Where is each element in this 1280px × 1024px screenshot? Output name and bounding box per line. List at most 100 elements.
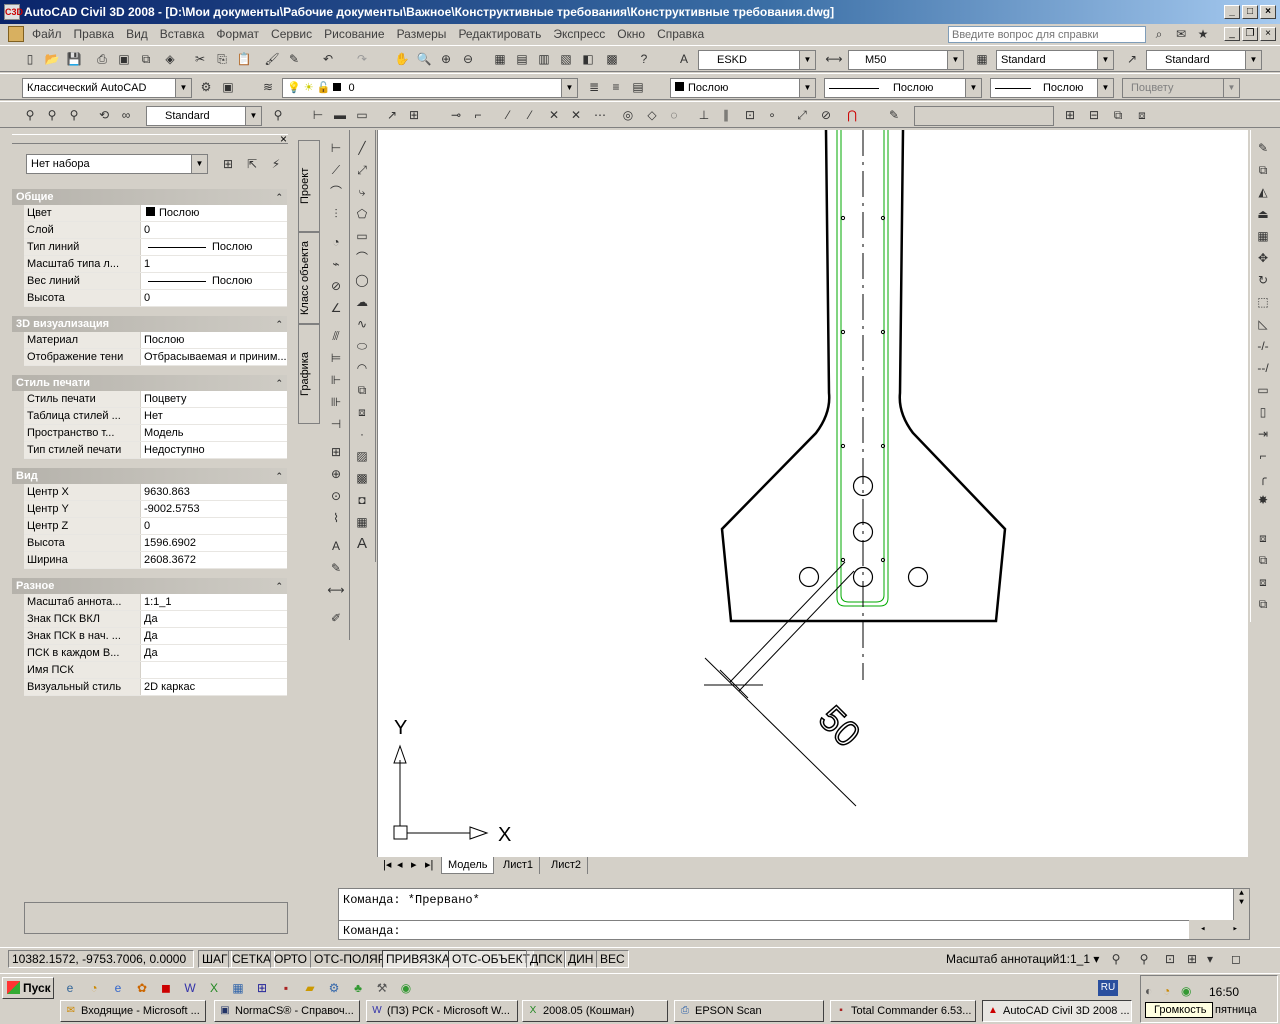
property-row[interactable]: ПСК в каждом В... Да (24, 645, 287, 662)
3d-icon[interactable]: ◈ (160, 49, 180, 69)
no-snap-icon[interactable]: ⊘ (816, 105, 836, 125)
ellipse-arc-icon[interactable]: ◠ (352, 358, 372, 378)
markup-icon[interactable]: ◧ (578, 49, 598, 69)
property-row[interactable]: Тип линий Послою (24, 239, 287, 256)
explode-icon[interactable]: ✸ (1253, 490, 1273, 510)
palette-grip[interactable] (12, 134, 288, 144)
task-totalcmd[interactable]: ▪ Total Commander 6.53... (830, 1000, 976, 1022)
tab-model[interactable]: Модель (441, 857, 495, 874)
draw-order-under-icon[interactable]: ⧉ (1253, 594, 1273, 614)
remove-scale-icon[interactable]: ⚲ (64, 105, 84, 125)
nearest-icon[interactable]: ⤢ (792, 105, 812, 125)
toggle-pickadd-icon[interactable]: ⊞ (218, 154, 238, 174)
doc-close-button[interactable]: × (1260, 27, 1276, 41)
document-icon[interactable] (8, 26, 24, 42)
copy-icon[interactable]: ⎘ (212, 49, 232, 69)
property-value[interactable]: Нет (142, 408, 287, 424)
tab-sheet1[interactable]: Лист1 (497, 857, 541, 874)
dim-edit-icon[interactable]: A (326, 536, 346, 556)
sheet-set-icon[interactable]: ▧ (556, 49, 576, 69)
app-cube-icon[interactable]: ◼ (156, 978, 176, 998)
tool-palettes-icon[interactable]: ▥ (534, 49, 554, 69)
workspace-save-icon[interactable]: ▣ (218, 77, 238, 97)
property-value[interactable]: Послою (142, 239, 287, 255)
quick-select-icon[interactable]: ⚡ (266, 154, 286, 174)
style-manager-icon[interactable]: ⚲ (268, 105, 288, 125)
property-value[interactable]: Да (142, 645, 287, 661)
property-row[interactable]: Цвет Послою (24, 205, 287, 222)
collapse-icon[interactable]: ⌃ (275, 468, 283, 484)
tolerance-icon[interactable]: ⊞ (326, 442, 346, 462)
table-style-icon[interactable]: ▦ (972, 49, 992, 69)
print-icon[interactable]: ⎙ (92, 49, 112, 69)
command-area[interactable]: Команда: *Прервано* Команда: ▲ ▼ ◂ ▸ (338, 888, 1250, 940)
folder-quick-icon[interactable]: ▰ (300, 978, 320, 998)
publish-icon[interactable]: ⧉ (136, 49, 156, 69)
property-row[interactable]: Знак ПСК ВКЛ Да (24, 611, 287, 628)
tray-app-icon[interactable]: ◐ (1145, 984, 1152, 998)
property-row[interactable]: Имя ПСК (24, 662, 287, 679)
trim-icon[interactable]: ✕ (566, 105, 586, 125)
menu-view[interactable]: Вид (120, 27, 154, 41)
drawing-canvas[interactable]: 50 Y X (377, 129, 1248, 857)
revision-cloud-icon[interactable]: ☁ (352, 292, 372, 312)
menu-format[interactable]: Формат (210, 27, 265, 41)
section-view[interactable]: Вид ⌃ (12, 468, 287, 484)
tab-graphics[interactable]: Графика (298, 324, 320, 424)
break-icon[interactable]: ▯ (1253, 402, 1273, 422)
tangent-icon[interactable]: ◌ (664, 105, 684, 125)
communication-center-icon[interactable]: ✉ (1172, 26, 1190, 43)
property-value[interactable]: Послою (142, 205, 287, 221)
language-indicator[interactable]: RU (1098, 980, 1118, 996)
dim-aligned-icon[interactable]: ⟋ (326, 160, 346, 180)
property-value[interactable]: 2608.3672 (142, 552, 287, 568)
scale-list-icon[interactable]: ∞ (116, 105, 136, 125)
help-quick-icon[interactable]: ⊞ (252, 978, 272, 998)
properties-icon[interactable]: ▦ (490, 49, 510, 69)
close-icon[interactable]: × (280, 132, 287, 146)
multiline-text-icon[interactable]: A (352, 534, 372, 554)
cut-icon[interactable]: ✂ (190, 49, 210, 69)
tray-clock-icon[interactable]: ◔ (1163, 984, 1170, 998)
preview-icon[interactable]: ▣ (114, 49, 134, 69)
workspace-settings-icon[interactable]: ⚙ (196, 77, 216, 97)
make-block-icon[interactable]: ⧈ (352, 402, 372, 422)
property-row[interactable]: Стиль печати Поцвету (24, 391, 287, 408)
property-row[interactable]: Таблица стилей ... Нет (24, 408, 287, 425)
doc-restore-button[interactable]: ❐ (1242, 27, 1258, 41)
collapse-icon[interactable]: ⌃ (275, 578, 283, 594)
dim-space-icon[interactable]: ⊪ (326, 392, 346, 412)
region-icon[interactable]: ◘ (352, 490, 372, 510)
text-style-select[interactable]: ESKD ▼ (698, 50, 816, 70)
mirror-icon[interactable]: ◭ (1253, 182, 1273, 202)
chamfer-icon[interactable]: ⌐ (1253, 446, 1273, 466)
erase-icon[interactable]: ✎ (1253, 138, 1273, 158)
insert-block-icon[interactable]: ⧉ (352, 380, 372, 400)
command-hscroll[interactable]: ◂ ▸ (1189, 920, 1249, 939)
task-word[interactable]: W (ПЗ) РСК - Microsoft W... (366, 1000, 518, 1022)
annotation-style-select[interactable]: Standard ▼ (146, 106, 262, 126)
menu-file[interactable]: Файл (26, 27, 68, 41)
spline-icon[interactable]: ∿ (352, 314, 372, 334)
match-properties-icon[interactable]: 🖌 (262, 49, 282, 69)
word-quick-icon[interactable]: W (180, 978, 200, 998)
polyline-icon[interactable]: ⤷ (352, 182, 372, 202)
annotation-visibility-icon[interactable]: ⚲ (1106, 949, 1126, 969)
quadrant-icon[interactable]: ◇ (642, 105, 662, 125)
otrack-toggle[interactable]: ОТС-ОБЪЕКТ (448, 950, 534, 968)
polar-toggle[interactable]: ОТС-ПОЛЯР (310, 950, 390, 968)
dim-text-edit-icon[interactable]: ✎ (326, 558, 346, 578)
stretch-icon[interactable]: ◺ (1253, 314, 1273, 334)
fillet-icon[interactable]: ╭ (1253, 468, 1273, 488)
node-snap-icon[interactable]: ∘ (762, 105, 782, 125)
table-style-select[interactable]: Standard ▼ (996, 50, 1114, 70)
multileader-style-select[interactable]: Standard ▼ (1146, 50, 1262, 70)
draw-order-front-icon[interactable]: ⧈ (1253, 528, 1273, 548)
block-editor-icon[interactable]: ✎ (284, 49, 304, 69)
copy-object-icon[interactable]: ⧉ (1253, 160, 1273, 180)
tree-quick-icon[interactable]: ♣ (348, 978, 368, 998)
title-bar[interactable]: C3D AutoCAD Civil 3D 2008 - [D:\Мои доку… (0, 0, 1280, 24)
magnet-icon[interactable]: ⋂ (842, 105, 862, 125)
property-row[interactable]: Масштаб аннота... 1:1_1 (24, 594, 287, 611)
construction-line-icon[interactable]: ⤢ (352, 160, 372, 180)
